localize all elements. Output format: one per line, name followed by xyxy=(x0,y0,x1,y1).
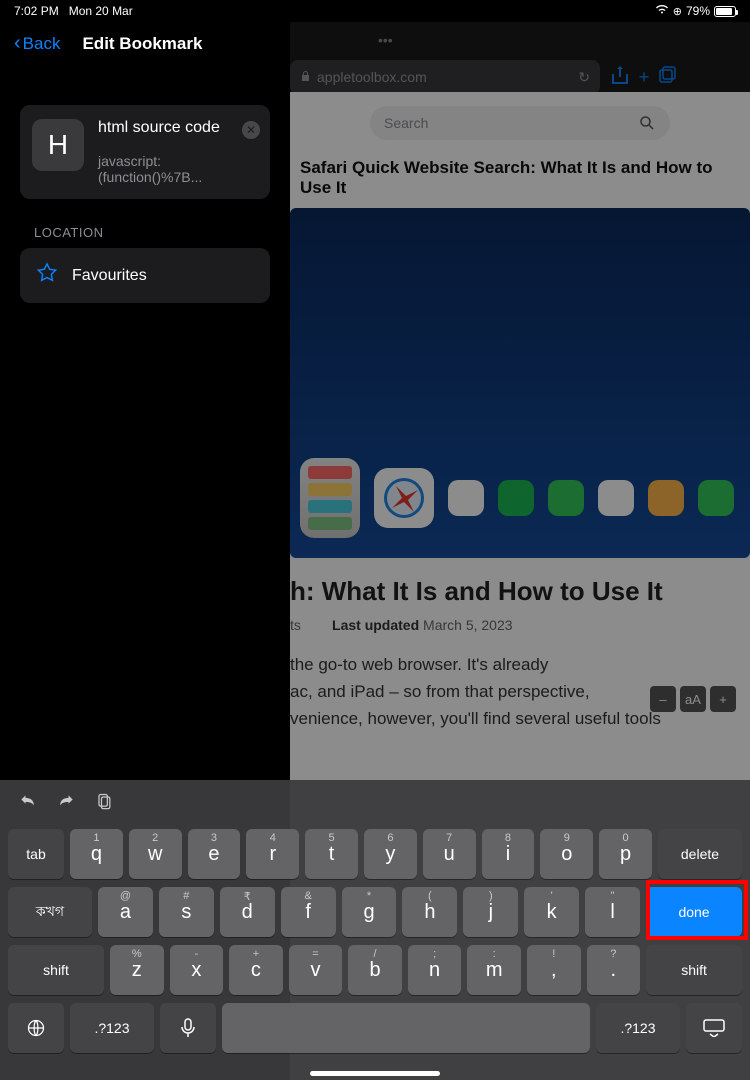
messages-app-icon xyxy=(548,480,584,516)
shift-key-right[interactable]: shift xyxy=(646,945,742,995)
text-larger-button[interactable]: + xyxy=(710,686,736,712)
key-a[interactable]: @a xyxy=(98,887,153,937)
search-placeholder: Search xyxy=(384,115,428,131)
article-meta: ts Last updated March 5, 2023 xyxy=(290,617,750,633)
key-t[interactable]: 5t xyxy=(305,829,358,879)
clipboard-icon[interactable] xyxy=(94,792,114,817)
location-section-label: LOCATION xyxy=(34,225,256,240)
key-r[interactable]: 4r xyxy=(246,829,299,879)
bookmark-name-field[interactable]: html source code xyxy=(98,119,258,137)
location-value: Favourites xyxy=(72,267,147,285)
key-w[interactable]: 2w xyxy=(129,829,182,879)
highlight-box-done-key xyxy=(646,880,748,940)
battery-icon xyxy=(714,6,736,17)
bookmark-card: H html source code javascript:(function(… xyxy=(20,105,270,199)
bookmark-url-field[interactable]: javascript:(function()%7B... xyxy=(98,153,258,185)
symbols-key-right[interactable]: .?123 xyxy=(596,1003,680,1053)
mail-app-icon xyxy=(598,480,634,516)
keyboard-row-2: কখগ @a#s₹d&f*g(h)j'k"l done xyxy=(8,887,742,937)
dictation-key[interactable] xyxy=(160,1003,216,1053)
photos-app-icon xyxy=(648,480,684,516)
key-x[interactable]: -x xyxy=(170,945,224,995)
status-time: 7:02 PM xyxy=(14,4,59,18)
redo-icon[interactable] xyxy=(56,792,76,817)
shift-key-left[interactable]: shift xyxy=(8,945,104,995)
battery-percent: 79% xyxy=(686,4,710,18)
dock-illustration xyxy=(290,458,750,538)
key-e[interactable]: 3e xyxy=(188,829,241,879)
space-key[interactable] xyxy=(222,1003,590,1053)
key-z[interactable]: %z xyxy=(110,945,164,995)
home-indicator[interactable] xyxy=(310,1071,440,1076)
text-reset-button[interactable]: aA xyxy=(680,686,706,712)
text-size-controls: – aA + xyxy=(650,686,736,712)
safari-app-icon xyxy=(374,468,434,528)
article-small-title: Safari Quick Website Search: What It Is … xyxy=(300,158,740,198)
key-,[interactable]: !, xyxy=(527,945,581,995)
lock-icon xyxy=(300,69,311,85)
key-v[interactable]: =v xyxy=(289,945,343,995)
keyboard-row-1: tab 1q2w3e4r5t6y7u8i9o0p delete xyxy=(8,829,742,879)
spotify-app-icon xyxy=(498,480,534,516)
keyboard-row-4: .?123 .?123 xyxy=(8,1003,742,1053)
key-b[interactable]: /b xyxy=(348,945,402,995)
key-h[interactable]: (h xyxy=(402,887,457,937)
hero-image xyxy=(290,208,750,558)
status-bar: 7:02 PM Mon 20 Mar ⊕ 79% xyxy=(0,0,750,22)
url-text: appletoolbox.com xyxy=(317,69,427,85)
key-q[interactable]: 1q xyxy=(70,829,123,879)
panel-title: Edit Bookmark xyxy=(82,34,202,54)
bookmark-favicon: H xyxy=(32,119,84,171)
key-s[interactable]: #s xyxy=(159,887,214,937)
key-.[interactable]: ?. xyxy=(587,945,641,995)
key-k[interactable]: 'k xyxy=(524,887,579,937)
key-f[interactable]: &f xyxy=(281,887,336,937)
new-tab-icon[interactable]: + xyxy=(632,67,656,88)
share-icon[interactable] xyxy=(608,65,632,90)
key-m[interactable]: :m xyxy=(467,945,521,995)
refresh-icon[interactable]: ↻ xyxy=(578,69,590,86)
article-title: h: What It Is and How to Use It xyxy=(290,576,750,607)
tab-key[interactable]: tab xyxy=(8,829,64,879)
key-d[interactable]: ₹d xyxy=(220,887,275,937)
chrome-app-icon xyxy=(448,480,484,516)
symbols-key-left[interactable]: .?123 xyxy=(70,1003,154,1053)
key-o[interactable]: 9o xyxy=(540,829,593,879)
settings-app-icon xyxy=(300,458,360,538)
key-j[interactable]: )j xyxy=(463,887,518,937)
keyboard-row-3: shift %z-x+c=v/b;n:m!,?. shift xyxy=(8,945,742,995)
clear-field-button[interactable]: ✕ xyxy=(242,121,260,139)
back-label: Back xyxy=(23,34,61,54)
key-p[interactable]: 0p xyxy=(599,829,652,879)
hide-keyboard-key[interactable] xyxy=(686,1003,742,1053)
wifi-icon xyxy=(655,4,669,18)
key-y[interactable]: 6y xyxy=(364,829,417,879)
key-c[interactable]: +c xyxy=(229,945,283,995)
text-smaller-button[interactable]: – xyxy=(650,686,676,712)
status-date: Mon 20 Mar xyxy=(69,4,133,18)
key-n[interactable]: ;n xyxy=(408,945,462,995)
key-i[interactable]: 8i xyxy=(482,829,535,879)
delete-key[interactable]: delete xyxy=(658,829,742,879)
site-search-input[interactable]: Search xyxy=(370,106,670,140)
key-g[interactable]: *g xyxy=(342,887,397,937)
key-l[interactable]: "l xyxy=(585,887,640,937)
key-u[interactable]: 7u xyxy=(423,829,476,879)
language-key[interactable]: কখগ xyxy=(8,887,92,937)
globe-key[interactable] xyxy=(8,1003,64,1053)
star-icon xyxy=(36,262,58,289)
tabs-icon[interactable] xyxy=(656,66,680,89)
more-dots-icon[interactable]: ••• xyxy=(378,32,393,48)
url-bar[interactable]: appletoolbox.com ↻ xyxy=(290,60,600,94)
orientation-lock-icon: ⊕ xyxy=(673,5,682,18)
chevron-left-icon: ‹ xyxy=(14,32,21,55)
facetime-app-icon xyxy=(698,480,734,516)
location-row[interactable]: Favourites xyxy=(20,248,270,303)
back-button[interactable]: ‹ Back xyxy=(14,32,60,55)
search-icon xyxy=(638,114,656,132)
keyboard-toolbar xyxy=(8,788,742,829)
undo-icon[interactable] xyxy=(18,792,38,817)
onscreen-keyboard: tab 1q2w3e4r5t6y7u8i9o0p delete কখগ @a#s… xyxy=(0,780,750,1080)
